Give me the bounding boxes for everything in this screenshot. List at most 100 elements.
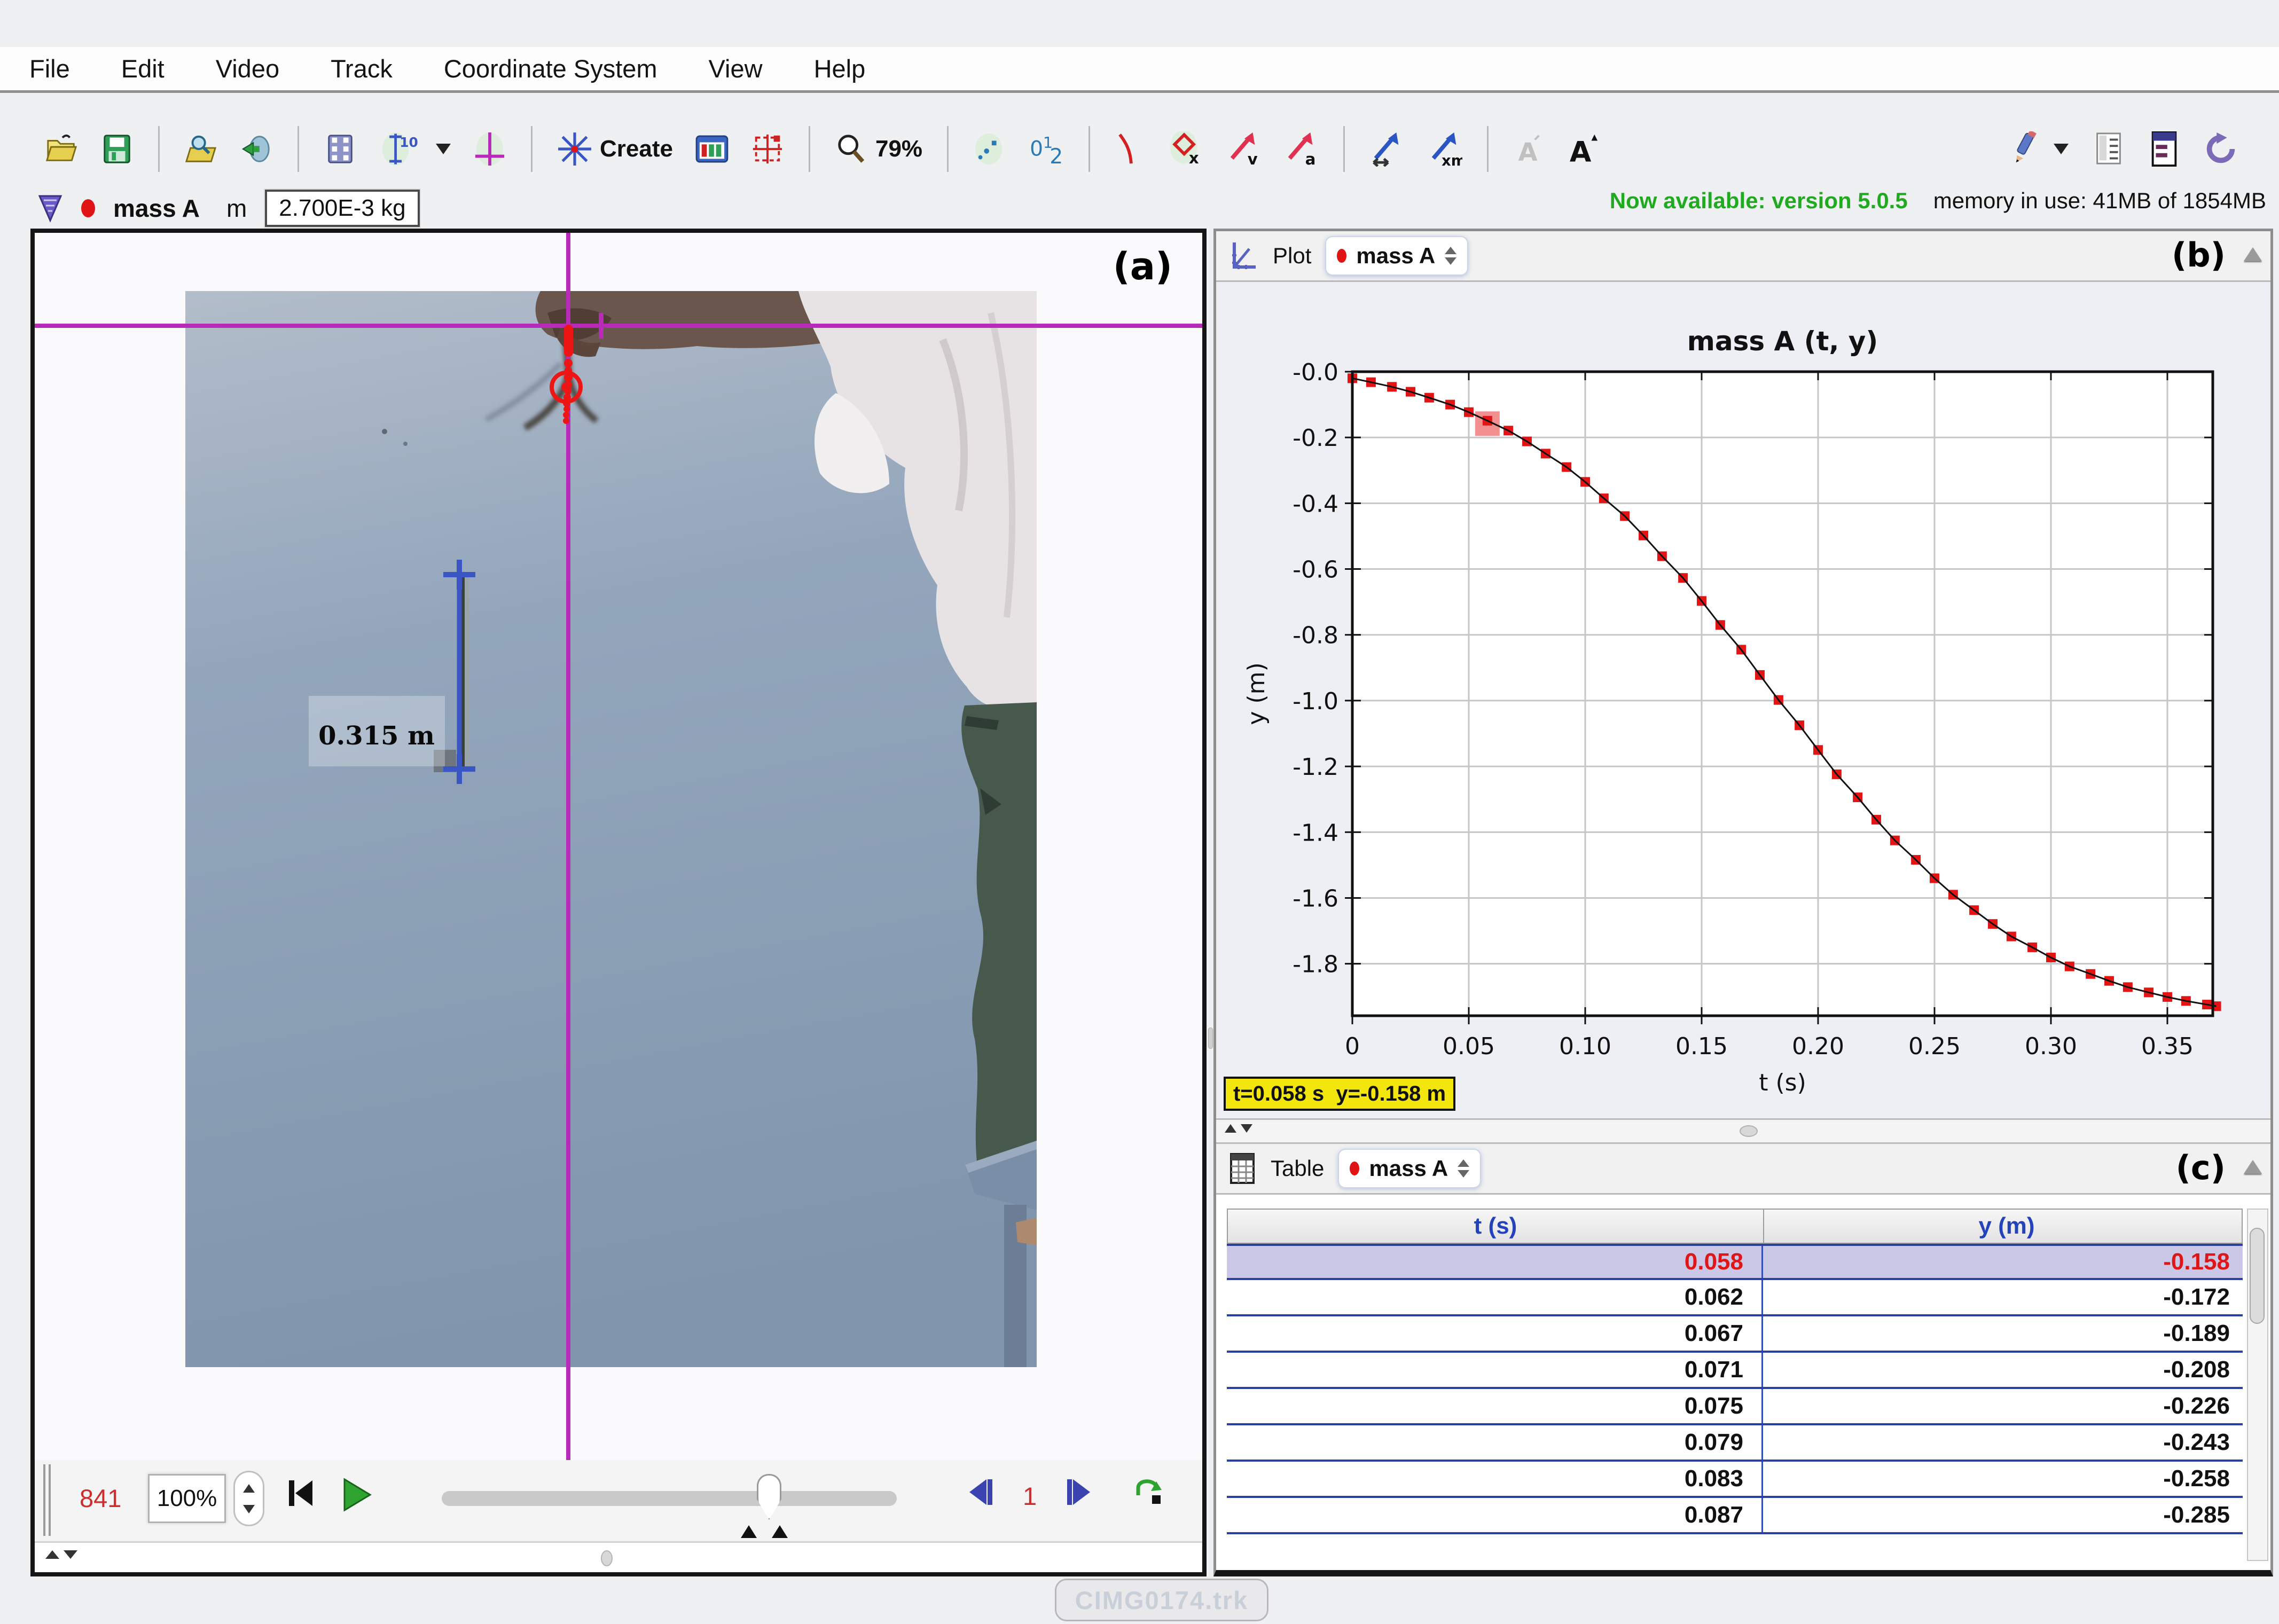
- horizontal-splitter[interactable]: [1216, 1118, 2270, 1144]
- menu-item-track[interactable]: Track: [331, 54, 393, 83]
- data-tool-button[interactable]: [2147, 128, 2182, 170]
- clip-settings-button[interactable]: [320, 129, 360, 169]
- velocities-button[interactable]: v: [1223, 128, 1264, 170]
- track-control-triangle-icon[interactable]: [37, 194, 63, 223]
- cell-y[interactable]: -0.208: [1763, 1353, 2248, 1387]
- menu-item-video[interactable]: Video: [216, 54, 279, 83]
- column-header-y[interactable]: y (m): [1764, 1210, 2249, 1243]
- splitter-handle[interactable]: [1740, 1125, 1758, 1137]
- player-grip[interactable]: [43, 1464, 51, 1536]
- trails-button[interactable]: [970, 129, 1009, 169]
- table-row[interactable]: 0.083-0.258: [1227, 1462, 2243, 1498]
- clip-end-marker[interactable]: [772, 1525, 788, 1538]
- cell-y[interactable]: -0.226: [1763, 1389, 2248, 1423]
- table-row[interactable]: 0.058-0.158: [1227, 1244, 2243, 1280]
- step-size-label[interactable]: 1: [1023, 1481, 1037, 1511]
- menu-item-view[interactable]: View: [709, 54, 763, 83]
- video-panel[interactable]: 0.315 m (a) 841 100%: [30, 229, 1207, 1576]
- plot-view-icon[interactable]: [1228, 239, 1259, 272]
- cell-y[interactable]: -0.243: [1763, 1425, 2248, 1460]
- splitter-collapse-buttons[interactable]: [1225, 1124, 1252, 1133]
- track-color-dot: [1350, 1162, 1359, 1175]
- step-forward-button[interactable]: [1064, 1476, 1094, 1511]
- scrollbar-thumb[interactable]: [2250, 1228, 2265, 1324]
- table-row[interactable]: 0.062-0.172: [1227, 1280, 2243, 1316]
- positions-button[interactable]: x: [1165, 128, 1207, 170]
- axes-button[interactable]: [470, 128, 510, 170]
- drawings-button[interactable]: [2004, 128, 2072, 170]
- vertical-splitter[interactable]: [1208, 229, 1213, 1576]
- table-scrollbar[interactable]: [2247, 1209, 2268, 1561]
- zoom-button[interactable]: 79%: [832, 129, 926, 169]
- cell-t[interactable]: 0.079: [1227, 1425, 1763, 1460]
- track-color-dot[interactable]: [81, 199, 95, 217]
- track-name-label[interactable]: mass A: [113, 194, 200, 223]
- table-collapse-button[interactable]: [2244, 1160, 2262, 1174]
- svg-text:y (m): y (m): [1243, 662, 1270, 725]
- cell-y[interactable]: -0.285: [1763, 1498, 2248, 1532]
- menu-item-help[interactable]: Help: [814, 54, 866, 83]
- cell-t[interactable]: 0.075: [1227, 1389, 1763, 1423]
- import-data-button[interactable]: [237, 129, 276, 169]
- plot-content[interactable]: 00.050.100.150.200.250.300.35-0.0-0.2-0.…: [1216, 282, 2270, 1118]
- table-row[interactable]: 0.079-0.243: [1227, 1425, 2243, 1462]
- table-view-icon[interactable]: [1228, 1152, 1257, 1185]
- cell-y[interactable]: -0.158: [1763, 1246, 2248, 1278]
- point-labels-button[interactable]: 012: [1025, 128, 1067, 170]
- calibration-tools-button[interactable]: 10: [376, 128, 454, 170]
- go-to-start-button[interactable]: [286, 1476, 316, 1513]
- font-smaller-button[interactable]: A: [1510, 129, 1547, 169]
- plot-collapse-button[interactable]: [2244, 247, 2262, 261]
- font-bigger-button[interactable]: A: [1563, 129, 1603, 169]
- notes-button[interactable]: [2090, 128, 2128, 170]
- slider-thumb[interactable]: [757, 1474, 781, 1520]
- menu-item-coordinate-system[interactable]: Coordinate System: [444, 54, 657, 83]
- autotracker-button[interactable]: [748, 129, 787, 169]
- menu-item-file[interactable]: File: [29, 54, 70, 83]
- cell-t[interactable]: 0.087: [1227, 1498, 1763, 1532]
- track-control-button[interactable]: [692, 132, 732, 166]
- plot-svg[interactable]: 00.050.100.150.200.250.300.35-0.0-0.2-0.…: [1216, 282, 2270, 1118]
- vector-lengths-button[interactable]: [1366, 128, 1408, 170]
- video-zoom-field[interactable]: 100%: [148, 1474, 226, 1523]
- table-rows: 0.058-0.1580.062-0.1720.067-0.1890.071-0…: [1227, 1244, 2243, 1534]
- cell-y[interactable]: -0.189: [1763, 1316, 2248, 1351]
- file-tab[interactable]: CIMG0174.trk: [1055, 1579, 1268, 1621]
- mass-value-field[interactable]: 2.700E-3 kg: [265, 190, 419, 227]
- cell-t[interactable]: 0.062: [1227, 1280, 1763, 1314]
- table-row[interactable]: 0.087-0.285: [1227, 1498, 2243, 1534]
- cell-t[interactable]: 0.083: [1227, 1462, 1763, 1496]
- create-button[interactable]: Create: [554, 128, 676, 170]
- play-button[interactable]: [339, 1476, 373, 1516]
- table-row[interactable]: 0.067-0.189: [1227, 1316, 2243, 1353]
- vector-multipliers-button[interactable]: xm: [1424, 128, 1466, 170]
- video-view[interactable]: 0.315 m: [35, 233, 1202, 1461]
- cell-t[interactable]: 0.067: [1227, 1316, 1763, 1351]
- plot-track-dropdown[interactable]: mass A: [1325, 236, 1468, 276]
- column-header-t[interactable]: t (s): [1228, 1210, 1764, 1243]
- loop-button[interactable]: [1131, 1474, 1164, 1512]
- cell-y[interactable]: -0.258: [1763, 1462, 2248, 1496]
- update-notice[interactable]: Now available: version 5.0.5: [1610, 188, 1908, 214]
- strip-handle[interactable]: [601, 1550, 613, 1566]
- frame-slider[interactable]: [442, 1491, 897, 1506]
- menu-item-edit[interactable]: Edit: [121, 54, 165, 83]
- splitter-handle[interactable]: [1208, 1027, 1213, 1049]
- cell-t[interactable]: 0.071: [1227, 1353, 1763, 1387]
- open-file-button[interactable]: [42, 129, 81, 169]
- open-library-button[interactable]: [181, 129, 221, 169]
- trace-button[interactable]: [1111, 129, 1149, 169]
- zoom-spinner[interactable]: [233, 1471, 264, 1526]
- cell-t[interactable]: 0.058: [1227, 1246, 1763, 1278]
- cell-y[interactable]: -0.172: [1763, 1280, 2248, 1314]
- table-track-dropdown[interactable]: mass A: [1338, 1149, 1481, 1188]
- frame-number[interactable]: 841: [80, 1484, 121, 1513]
- table-row[interactable]: 0.075-0.226: [1227, 1389, 2243, 1425]
- save-button[interactable]: [97, 129, 137, 169]
- accelerations-button[interactable]: a: [1280, 128, 1322, 170]
- refresh-button[interactable]: [2200, 128, 2242, 170]
- strip-collapse-buttons[interactable]: [43, 1552, 80, 1561]
- clip-start-marker[interactable]: [741, 1525, 757, 1538]
- table-row[interactable]: 0.071-0.208: [1227, 1353, 2243, 1389]
- step-back-button[interactable]: [965, 1476, 995, 1511]
